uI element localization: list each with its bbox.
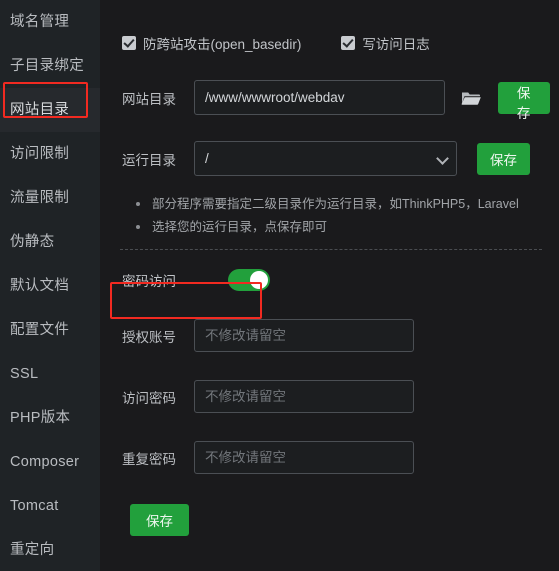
- repeat-password-input[interactable]: [194, 441, 414, 474]
- sidebar-item-traffic-limit[interactable]: 流量限制: [0, 176, 100, 220]
- section-divider: [120, 249, 542, 250]
- run-directory-row: 运行目录 保存: [112, 141, 550, 176]
- save-credentials-button[interactable]: 保存: [130, 504, 189, 536]
- run-directory-select-wrapper[interactable]: [194, 141, 457, 176]
- checkbox-open-basedir-label: 防跨站攻击(open_basedir): [143, 37, 302, 52]
- options-checkbox-row: 防跨站攻击(open_basedir) 写访问日志: [112, 31, 550, 55]
- checkmark-icon[interactable]: [122, 36, 136, 50]
- repeat-password-label: 重复密码: [122, 451, 176, 467]
- sidebar-item-default-document[interactable]: 默认文档: [0, 264, 100, 308]
- run-directory-tips: 部分程序需要指定二级目录作为运行目录，如ThinkPHP5，Laravel 选择…: [112, 193, 550, 239]
- save-website-directory-button[interactable]: 保存: [497, 81, 550, 121]
- app-root: 域名管理 子目录绑定 网站目录 访问限制 流量限制 伪静态 默认文档 配置文件 …: [0, 0, 559, 571]
- access-password-label: 访问密码: [122, 390, 176, 406]
- sidebar-item-composer[interactable]: Composer: [0, 440, 100, 484]
- access-password-row: 访问密码: [112, 380, 550, 413]
- sidebar-item-domain-management[interactable]: 域名管理: [0, 0, 100, 44]
- tip-item: 选择您的运行目录，点保存即可: [136, 216, 550, 239]
- run-directory-label: 运行目录: [122, 152, 176, 168]
- checkmark-icon[interactable]: [341, 36, 356, 50]
- password-access-row: 密码访问: [112, 263, 550, 297]
- submit-row: 保存: [112, 504, 550, 536]
- checkbox-write-access-log[interactable]: 写访问日志: [341, 33, 430, 53]
- sidebar-item-ssl[interactable]: SSL: [0, 352, 100, 396]
- password-access-label: 密码访问: [122, 274, 176, 289]
- sidebar: 域名管理 子目录绑定 网站目录 访问限制 流量限制 伪静态 默认文档 配置文件 …: [0, 0, 100, 571]
- sidebar-item-website-directory[interactable]: 网站目录: [0, 88, 100, 132]
- sidebar-item-redirect[interactable]: 重定向: [0, 528, 100, 571]
- repeat-password-row: 重复密码: [112, 441, 550, 474]
- save-run-directory-button[interactable]: 保存: [477, 142, 530, 175]
- sidebar-item-rewrite[interactable]: 伪静态: [0, 220, 100, 264]
- sidebar-item-config-file[interactable]: 配置文件: [0, 308, 100, 352]
- tip-item: 部分程序需要指定二级目录作为运行目录，如ThinkPHP5，Laravel: [136, 193, 550, 216]
- folder-icon[interactable]: [461, 88, 481, 108]
- settings-panel: 防跨站攻击(open_basedir) 写访问日志 网站目录 保存 运行目录: [100, 0, 559, 571]
- checkbox-open-basedir[interactable]: 防跨站攻击(open_basedir): [122, 33, 301, 53]
- sidebar-item-php-version[interactable]: PHP版本: [0, 396, 100, 440]
- password-access-toggle[interactable]: [228, 269, 270, 291]
- sidebar-item-subdirectory-bind[interactable]: 子目录绑定: [0, 44, 100, 88]
- sidebar-item-tomcat[interactable]: Tomcat: [0, 484, 100, 528]
- authorized-account-row: 授权账号: [112, 319, 550, 352]
- website-directory-row: 网站目录 保存: [112, 80, 550, 121]
- authorized-account-input[interactable]: [194, 319, 414, 352]
- website-directory-input[interactable]: [194, 80, 445, 115]
- checkbox-write-access-log-label: 写访问日志: [362, 37, 430, 52]
- authorized-account-label: 授权账号: [122, 329, 176, 345]
- sidebar-item-access-restriction[interactable]: 访问限制: [0, 132, 100, 176]
- run-directory-select[interactable]: [194, 141, 457, 176]
- access-password-input[interactable]: [194, 380, 414, 413]
- website-directory-label: 网站目录: [122, 91, 176, 107]
